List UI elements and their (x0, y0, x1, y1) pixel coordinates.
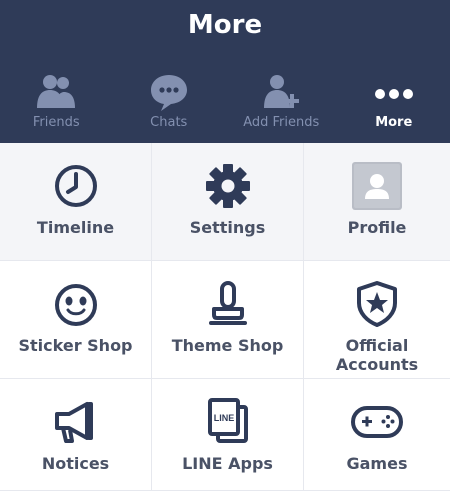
tab-friends[interactable]: Friends (0, 64, 113, 143)
sticker-face-icon (49, 279, 103, 329)
profile-avatar-icon (350, 161, 404, 211)
more-dots-icon (372, 72, 416, 112)
menu-item-profile-label: Profile (347, 218, 407, 237)
menu-item-games[interactable]: Games (304, 379, 450, 491)
menu-item-profile[interactable]: Profile (304, 143, 450, 261)
line-apps-icon-text: LINE (213, 413, 234, 423)
star-shield-icon (350, 279, 404, 329)
page-title: More (187, 10, 263, 40)
menu-item-settings[interactable]: Settings (152, 143, 304, 261)
tab-more-label: More (375, 115, 413, 130)
menu-item-timeline[interactable]: Timeline (0, 143, 152, 261)
menu-item-settings-label: Settings (189, 218, 266, 237)
tab-more[interactable]: More (338, 64, 450, 143)
line-apps-icon: LINE (201, 397, 255, 447)
menu-item-theme-shop[interactable]: Theme Shop (152, 261, 304, 379)
tab-add-friends[interactable]: Add Friends (225, 64, 338, 143)
gear-icon (201, 161, 255, 211)
menu-item-notices[interactable]: Notices (0, 379, 152, 491)
more-menu-grid: Timeline Settings Profile Sticker Shop T… (0, 143, 450, 491)
tab-chats-label: Chats (150, 115, 188, 130)
paintbrush-icon (201, 279, 255, 329)
tab-bar: Friends Chats Add Friends More (0, 64, 450, 143)
friends-icon (34, 72, 78, 112)
menu-item-games-label: Games (346, 454, 408, 473)
tab-add-friends-label: Add Friends (243, 115, 320, 130)
tab-friends-label: Friends (32, 115, 80, 130)
clock-icon (49, 161, 103, 211)
menu-item-sticker-shop-label: Sticker Shop (18, 336, 133, 355)
menu-item-line-apps[interactable]: LINE LINE Apps (152, 379, 304, 491)
chat-bubble-icon (147, 72, 191, 112)
menu-item-theme-shop-label: Theme Shop (171, 336, 284, 355)
gamepad-icon (350, 397, 404, 447)
menu-item-line-apps-label: LINE Apps (182, 454, 273, 473)
menu-item-official-accounts-label: Official Accounts (335, 336, 419, 374)
menu-item-official-accounts[interactable]: Official Accounts (304, 261, 450, 379)
megaphone-icon (49, 397, 103, 447)
menu-item-sticker-shop[interactable]: Sticker Shop (0, 261, 152, 379)
menu-item-timeline-label: Timeline (36, 218, 115, 237)
menu-item-notices-label: Notices (41, 454, 110, 473)
add-friend-icon (259, 72, 303, 112)
tab-chats[interactable]: Chats (113, 64, 226, 143)
app-header: More Friends Chats Add Friends More (0, 0, 450, 143)
